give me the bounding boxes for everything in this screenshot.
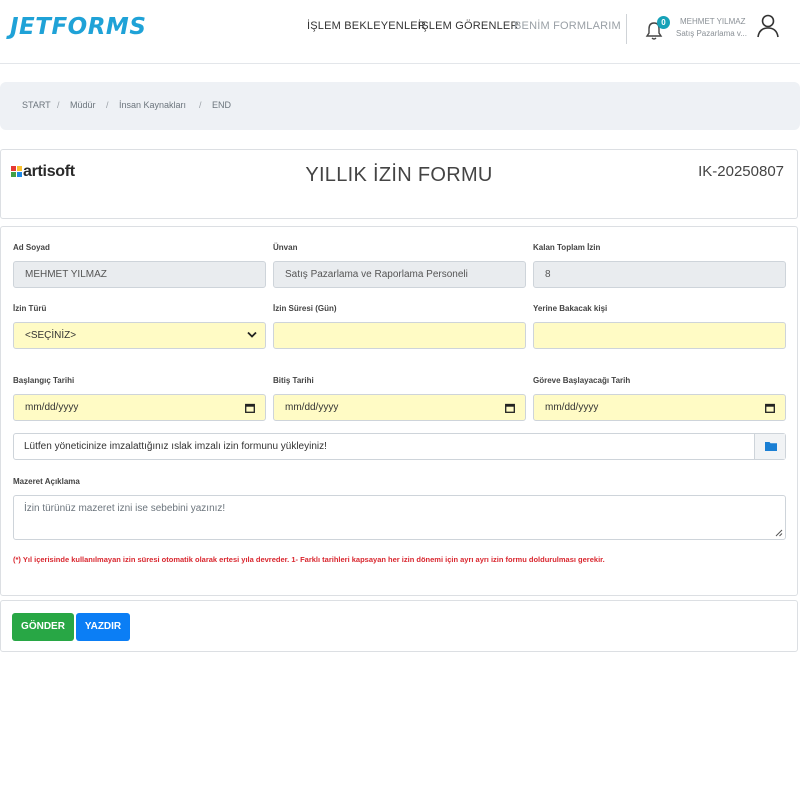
chevron-down-icon <box>247 331 257 338</box>
goreve-baslama-placeholder: mm/dd/yyyy <box>545 402 599 413</box>
breadcrumb: START / Müdür / İnsan Kaynakları / END <box>0 82 800 130</box>
breadcrumb-separator: / <box>57 100 60 110</box>
print-button[interactable]: YAZDIR <box>76 613 130 641</box>
nav-divider <box>626 14 627 44</box>
yerine-bakacak-label: Yerine Bakacak kişi <box>533 304 608 313</box>
page-title: YILLIK İZİN FORMU <box>305 164 493 186</box>
breadcrumb-end[interactable]: END <box>212 100 231 110</box>
mazeret-label: Mazeret Açıklama <box>13 477 80 486</box>
breadcrumb-start[interactable]: START <box>22 100 51 110</box>
kalan-izin-field: 8 <box>533 261 786 288</box>
baslangic-date-input[interactable]: mm/dd/yyyy <box>13 394 266 421</box>
user-title[interactable]: Satış Pazarlama v... <box>676 29 747 38</box>
breadcrumb-mudur[interactable]: Müdür <box>70 100 96 110</box>
nav-benim-formlarim[interactable]: BENİM FORMLARIM <box>514 20 621 32</box>
nav-islem-gorenler[interactable]: İŞLEM GÖRENLER <box>418 20 519 32</box>
bitis-placeholder: mm/dd/yyyy <box>285 402 339 413</box>
form-note: (*) Yıl içerisinde kullanılmayan izin sü… <box>13 555 605 564</box>
unvan-label: Ünvan <box>273 243 298 252</box>
resize-handle-icon[interactable] <box>775 529 783 537</box>
calendar-icon[interactable] <box>245 403 255 413</box>
upload-instruction: Lütfen yöneticinize imzalattığınız ıslak… <box>24 441 327 452</box>
izin-turu-selected: <SEÇİNİZ> <box>25 330 77 341</box>
izin-suresi-input[interactable] <box>273 322 526 349</box>
unvan-field: Satış Pazarlama ve Raporlama Personeli <box>273 261 526 288</box>
calendar-icon[interactable] <box>765 403 775 413</box>
nav-islem-bekleyenler[interactable]: İŞLEM BEKLEYENLER <box>307 20 426 32</box>
baslangic-label: Başlangıç Tarihi <box>13 376 75 385</box>
mazeret-placeholder: İzin türünüz mazeret izni ise sebebini y… <box>24 503 226 514</box>
breadcrumb-insan-kaynaklari[interactable]: İnsan Kaynakları <box>119 100 186 110</box>
user-name[interactable]: MEHMET YILMAZ <box>680 17 746 26</box>
notification-badge: 0 <box>657 16 670 29</box>
izin-turu-label: İzin Türü <box>13 304 47 313</box>
form-body-card: Ad Soyad MEHMET YILMAZ Ünvan Satış Pazar… <box>0 226 798 596</box>
ad-soyad-label: Ad Soyad <box>13 243 50 252</box>
actions-card: GÖNDER YAZDIR <box>0 600 798 652</box>
bitis-label: Bitiş Tarihi <box>273 376 314 385</box>
folder-icon <box>765 442 777 451</box>
goreve-baslama-date-input[interactable]: mm/dd/yyyy <box>533 394 786 421</box>
breadcrumb-separator: / <box>199 100 202 110</box>
ad-soyad-field: MEHMET YILMAZ <box>13 261 266 288</box>
calendar-icon[interactable] <box>505 403 515 413</box>
izin-turu-select[interactable]: <SEÇİNİZ> <box>13 322 266 349</box>
upload-button[interactable] <box>754 434 785 459</box>
izin-suresi-label: İzin Süresi (Gün) <box>273 304 337 313</box>
send-button[interactable]: GÖNDER <box>12 613 74 641</box>
form-code: IK-20250807 <box>698 163 784 180</box>
baslangic-placeholder: mm/dd/yyyy <box>25 402 79 413</box>
bitis-date-input[interactable]: mm/dd/yyyy <box>273 394 526 421</box>
mazeret-textarea[interactable]: İzin türünüz mazeret izni ise sebebini y… <box>13 495 786 540</box>
file-upload-field[interactable]: Lütfen yöneticinize imzalattığınız ıslak… <box>13 433 786 460</box>
yerine-bakacak-input[interactable] <box>533 322 786 349</box>
goreve-baslama-label: Göreve Başlayacağı Tarih <box>533 376 631 385</box>
form-title-card: artisoft YILLIK İZİN FORMU IK-20250807 <box>0 149 798 219</box>
breadcrumb-separator: / <box>106 100 109 110</box>
top-navbar: JETFORMS İŞLEM BEKLEYENLER İŞLEM GÖRENLE… <box>0 0 800 64</box>
kalan-izin-label: Kalan Toplam İzin <box>533 243 601 252</box>
jetforms-logo[interactable]: JETFORMS <box>10 14 146 40</box>
user-avatar-icon[interactable] <box>756 13 780 39</box>
